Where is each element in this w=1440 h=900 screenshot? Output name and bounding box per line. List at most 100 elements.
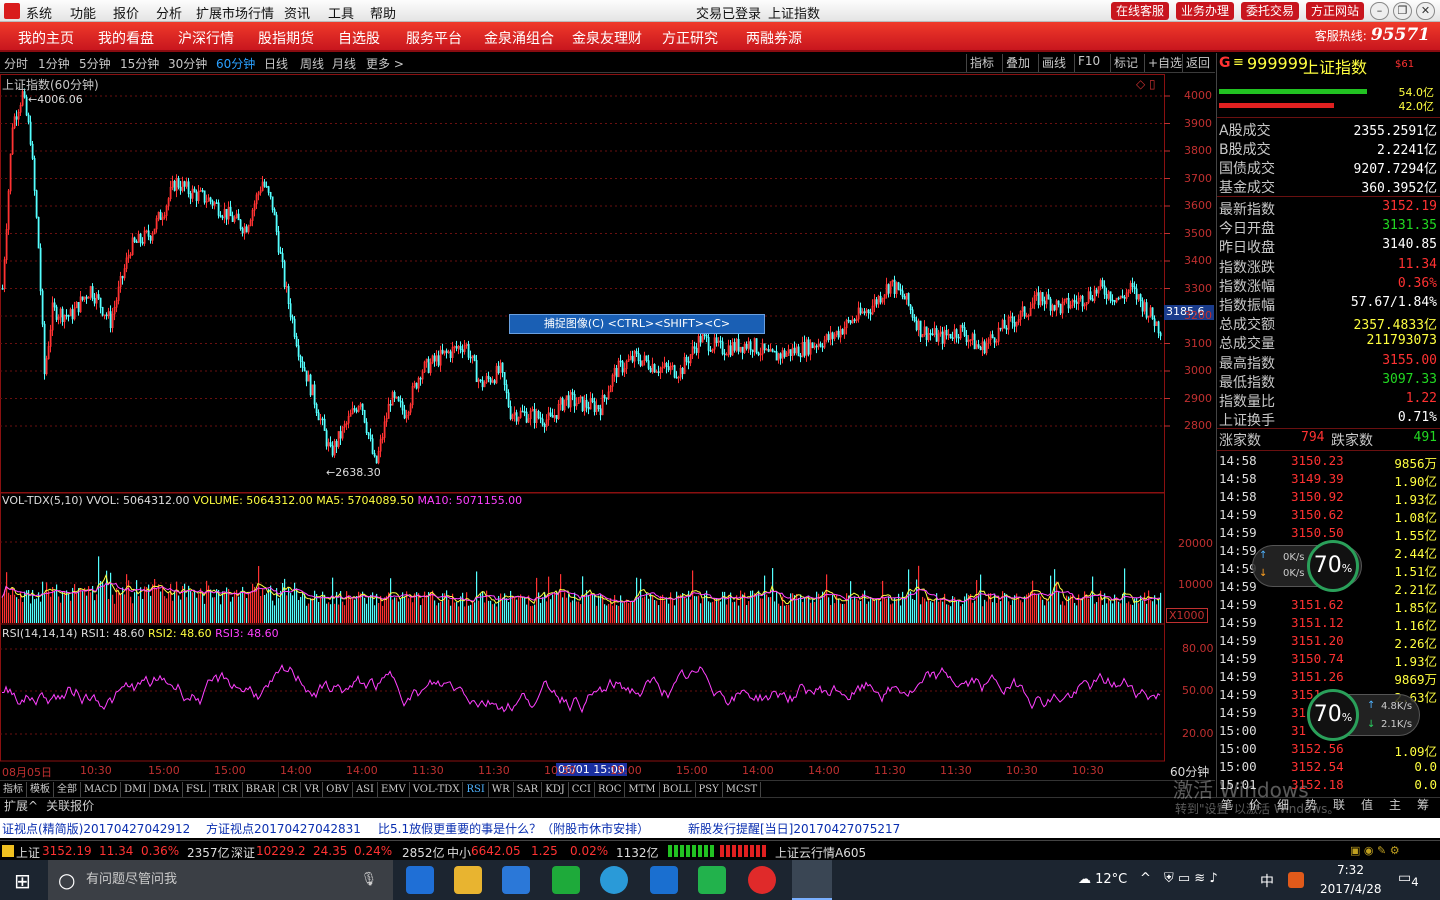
ime-indicator[interactable]: 中 (1260, 871, 1274, 891)
minimize-icon[interactable]: – (1370, 2, 1389, 20)
news-item[interactable]: 方证视点20170427042831 (206, 820, 361, 837)
period-5min[interactable]: 5分钟 (79, 55, 111, 72)
period-30min[interactable]: 30分钟 (168, 55, 207, 72)
edge-icon[interactable] (406, 866, 434, 894)
file-explorer-icon[interactable] (454, 866, 482, 894)
indicator-tab[interactable]: 全部 (54, 782, 81, 797)
nav-wealth[interactable]: 金泉友理财 (572, 28, 642, 48)
indicator-tab[interactable]: 指标 (0, 782, 27, 797)
toolbar-draw[interactable]: 画线 (1038, 54, 1069, 72)
period-1min[interactable]: 1分钟 (38, 55, 70, 72)
chart-options-icon[interactable]: ◇ ▯ (1136, 77, 1156, 91)
netease-icon[interactable] (748, 866, 776, 894)
indicator-tab[interactable]: DMA (150, 782, 183, 797)
toolbar-overlay[interactable]: 叠加 (1002, 54, 1033, 72)
toolbar-f10[interactable]: F10 (1074, 54, 1103, 72)
quote-tab[interactable]: 筹 (1417, 796, 1429, 813)
menu-news[interactable]: 资讯 (284, 3, 310, 22)
indicator-tab[interactable]: ROC (595, 782, 626, 797)
menu-quote[interactable]: 报价 (113, 3, 139, 22)
indicator-tab[interactable]: TRIX (210, 782, 243, 797)
quote-tab[interactable]: 主 (1389, 796, 1401, 813)
menu-analysis[interactable]: 分析 (156, 3, 182, 22)
period-more[interactable]: 更多 > (366, 55, 404, 72)
indicator-tab[interactable]: SAR (514, 782, 543, 797)
clock-time[interactable]: 7:32 (1337, 863, 1364, 877)
capture-image-tooltip[interactable]: 捕捉图像(C) <CTRL><SHIFT><C> (509, 314, 765, 334)
period-weekly[interactable]: 周线 (300, 55, 324, 72)
nav-service-platform[interactable]: 服务平台 (406, 28, 462, 48)
expand-toggle[interactable]: 扩展^ (0, 798, 42, 814)
indicator-tab[interactable]: 模板 (27, 782, 54, 797)
news-item[interactable]: 新股发行提醒[当日]20170427075217 (688, 820, 900, 837)
iqiyi-icon[interactable] (698, 866, 726, 894)
toolbar-indicator[interactable]: 指标 (966, 54, 997, 72)
cortana-search[interactable]: ○ 有问题尽管问我 🎙 (48, 860, 393, 900)
trade-button[interactable]: 委托交易 (1241, 2, 1300, 20)
related-quotes-tab[interactable]: 关联报价 (42, 798, 98, 814)
toolbar-back[interactable]: 返回 (1182, 54, 1213, 72)
indicator-tab[interactable]: KDJ (542, 782, 569, 797)
nav-sh-sz-market[interactable]: 沪深行情 (178, 28, 234, 48)
weather-widget[interactable]: ☁ 12°C (1078, 872, 1127, 887)
menu-function[interactable]: 功能 (70, 3, 96, 22)
news-item[interactable]: 证视点(精简版)20170427042912 (2, 820, 190, 837)
indicator-tab[interactable]: WR (489, 782, 514, 797)
indicator-tab[interactable]: DMI (121, 782, 151, 797)
nav-index-futures[interactable]: 股指期货 (258, 28, 314, 48)
nav-home[interactable]: 我的主页 (18, 28, 74, 48)
online-service-button[interactable]: 在线客服 (1111, 2, 1170, 20)
list-icon[interactable]: ≡ (1233, 55, 1244, 70)
menu-system[interactable]: 系统 (26, 3, 52, 22)
website-button[interactable]: 方正网站 (1306, 2, 1365, 20)
business-button[interactable]: 业务办理 (1176, 2, 1235, 20)
net-speed-widget-2[interactable]: 70% ↑ 4.8K/s ↓ 2.1K/s (1307, 689, 1420, 741)
net-speed-widget-1[interactable]: ↑ 0K/s ↓ 0K/s 70% (1252, 540, 1362, 592)
wechat-icon[interactable] (552, 866, 580, 894)
browser-icon[interactable] (600, 866, 628, 894)
quote-tab[interactable]: 值 (1361, 796, 1373, 813)
period-60min[interactable]: 60分钟 (216, 55, 255, 72)
indicator-tab[interactable]: CR (279, 782, 302, 797)
indicator-tab[interactable]: OBV (323, 782, 353, 797)
indicator-tab[interactable]: RSI (463, 782, 489, 797)
nav-portfolio[interactable]: 金泉涌组合 (484, 28, 554, 48)
nav-research[interactable]: 方正研究 (662, 28, 718, 48)
tray-arrow-icon[interactable]: ^ (1140, 871, 1151, 886)
indicator-tab[interactable]: VOL-TDX (410, 782, 464, 797)
indicator-tab[interactable]: FSL (183, 782, 211, 797)
notification-icon[interactable]: ▭4 (1398, 870, 1419, 889)
tray-status-icons[interactable]: ⛨ ▭ ≋ ♪ (1164, 871, 1218, 886)
nav-margin[interactable]: 两融券源 (746, 28, 802, 48)
indicator-tab[interactable]: MACD (81, 782, 122, 797)
clock-date[interactable]: 2017/4/28 (1320, 882, 1382, 896)
menu-extended-market[interactable]: 扩展市场行情 (196, 3, 274, 22)
period-timeshare[interactable]: 分时 (4, 55, 28, 72)
indicator-tab[interactable]: EMV (378, 782, 410, 797)
indicator-tab[interactable]: BRAR (243, 782, 280, 797)
menu-help[interactable]: 帮助 (370, 3, 396, 22)
indicator-tab[interactable]: CCI (569, 782, 595, 797)
nav-my-board[interactable]: 我的看盘 (98, 28, 154, 48)
sogou-icon[interactable] (1288, 872, 1304, 888)
menu-tools[interactable]: 工具 (328, 3, 354, 22)
period-15min[interactable]: 15分钟 (120, 55, 159, 72)
news-item[interactable]: 比5.1放假更重要的事是什么？（附股市休市安排） (378, 820, 649, 837)
kline-chart[interactable]: 上证指数(60分钟) ←4006.06 ←2638.30 ◇ ▯ 3185.6 … (0, 74, 1215, 779)
period-monthly[interactable]: 月线 (332, 55, 356, 72)
close-icon[interactable]: ✕ (1416, 2, 1435, 20)
toolbar-mark[interactable]: 标记 (1110, 54, 1141, 72)
indicator-tab[interactable]: ASI (353, 782, 378, 797)
trading-app-icon[interactable] (792, 860, 832, 900)
store-icon[interactable] (502, 866, 530, 894)
indicator-tab[interactable]: BOLL (660, 782, 696, 797)
indicator-tab[interactable]: VR (301, 782, 324, 797)
ie-icon[interactable] (650, 866, 678, 894)
nav-watchlist[interactable]: 自选股 (338, 28, 380, 48)
tray-icons[interactable]: ▣ ◉ ✎ ⚙ (1350, 844, 1400, 857)
windows-start-icon[interactable]: ⊞ (14, 869, 31, 893)
indicator-tab[interactable]: PSY (696, 782, 723, 797)
period-daily[interactable]: 日线 (264, 55, 288, 72)
restore-icon[interactable]: ❐ (1393, 2, 1412, 20)
indicator-tab[interactable]: MTM (625, 782, 660, 797)
